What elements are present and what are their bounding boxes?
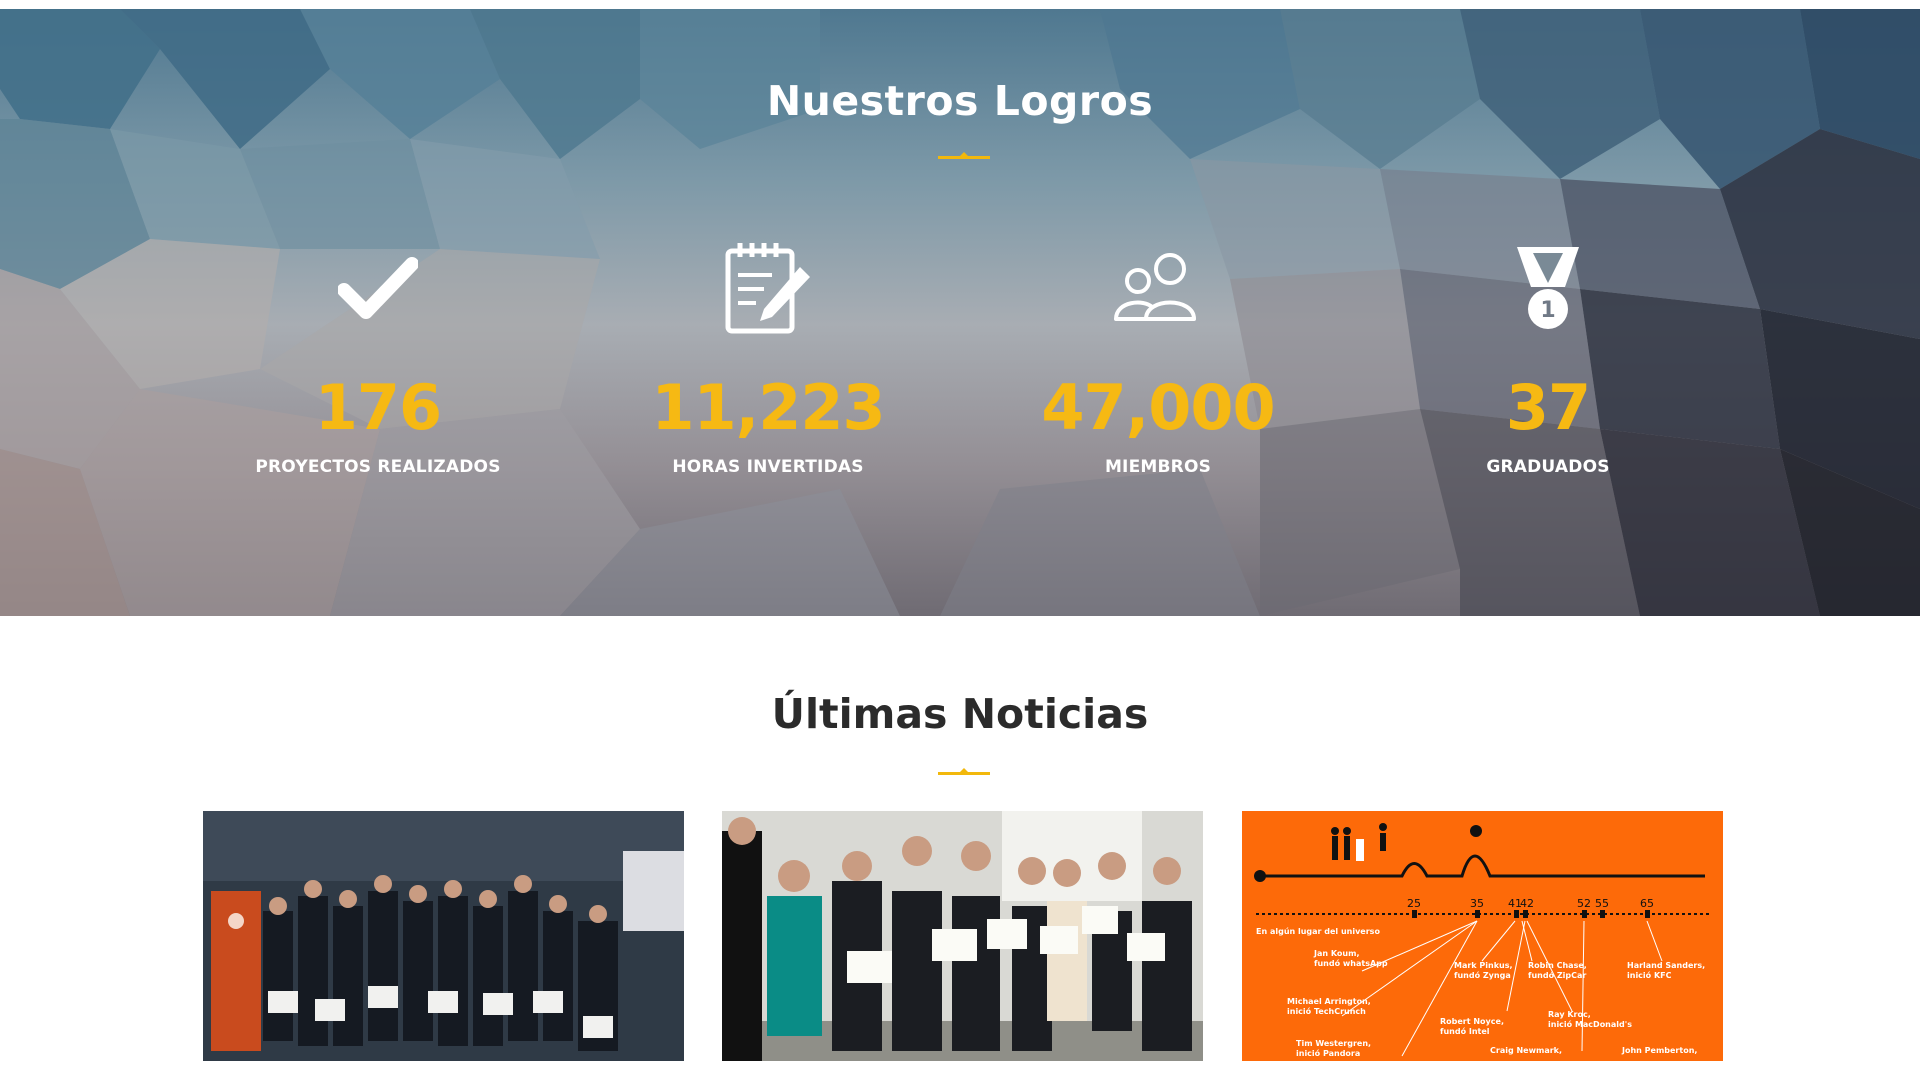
svg-text:inició TechCrunch: inició TechCrunch (1287, 1006, 1366, 1016)
medal-icon: 1 (1517, 247, 1579, 329)
stat-label: PROYECTOS REALIZADOS (255, 457, 501, 477)
svg-text:fundó Intel: fundó Intel (1440, 1026, 1490, 1036)
stat-value: 37 (1505, 371, 1591, 444)
svg-text:Jan Koum,: Jan Koum, (1313, 949, 1359, 958)
svg-text:Harland Sanders,: Harland Sanders, (1627, 961, 1705, 970)
stat-label: HORAS INVERTIDAS (672, 457, 864, 477)
achievements-section: Nuestros Logros 176 PROYECTOS REALIZADOS (0, 9, 1920, 616)
news-image-graduates (203, 811, 684, 1061)
svg-text:Ray Kroc,: Ray Kroc, (1548, 1010, 1591, 1019)
stat-members: 47,000 MIEMBROS (1008, 239, 1308, 477)
news-title: Últimas Noticias (771, 690, 1149, 738)
stat-value: 176 (314, 371, 442, 444)
news-card-2[interactable] (722, 811, 1203, 1061)
svg-text:55: 55 (1595, 897, 1609, 910)
svg-text:inició KFC: inició KFC (1627, 970, 1672, 980)
svg-text:Robin Chase,: Robin Chase, (1528, 961, 1587, 970)
stat-hours: 11,223 HORAS INVERTIDAS (618, 239, 918, 477)
stat-graduates: 1 37 GRADUADOS (1398, 239, 1698, 477)
stat-label: MIEMBROS (1104, 457, 1212, 477)
svg-text:65: 65 (1640, 897, 1654, 910)
news-image-ceremony (722, 811, 1203, 1061)
svg-text:1: 1 (1540, 298, 1555, 323)
svg-text:John Pemberton,: John Pemberton, (1621, 1046, 1697, 1055)
svg-text:Robert Noyce,: Robert Noyce, (1440, 1017, 1504, 1026)
svg-text:fundó ZipCar: fundó ZipCar (1528, 970, 1586, 980)
svg-text:Craig Newmark,: Craig Newmark, (1490, 1046, 1562, 1055)
svg-text:inició MacDonald's: inició MacDonald's (1548, 1019, 1632, 1029)
svg-text:42: 42 (1520, 897, 1534, 910)
achievements-title: Nuestros Logros (766, 77, 1154, 125)
users-icon (1114, 253, 1196, 321)
checkmark-icon (338, 257, 418, 319)
title-underline (938, 152, 990, 159)
svg-text:inició Pandora: inició Pandora (1296, 1048, 1360, 1058)
news-card-3[interactable]: 25 35 41 42 52 55 65 En algún lugar del … (1242, 811, 1723, 1061)
svg-text:52: 52 (1577, 897, 1591, 910)
stat-value: 47,000 (1041, 371, 1275, 444)
svg-text:25: 25 (1407, 897, 1421, 910)
notepad-pencil-icon (725, 243, 810, 334)
stat-value: 11,223 (651, 371, 885, 444)
svg-text:Mark Pinkus,: Mark Pinkus, (1454, 961, 1513, 970)
svg-text:En algún lugar del universo: En algún lugar del universo (1256, 927, 1380, 936)
news-card-1[interactable] (203, 811, 684, 1061)
stat-label: GRADUADOS (1486, 457, 1610, 477)
top-bar (0, 0, 1920, 9)
news-image-timeline: 25 35 41 42 52 55 65 En algún lugar del … (1242, 811, 1723, 1061)
svg-text:35: 35 (1470, 897, 1484, 910)
svg-text:Tim Westergren,: Tim Westergren, (1296, 1039, 1371, 1048)
svg-text:fundó Zynga: fundó Zynga (1454, 970, 1511, 980)
stat-projects: 176 PROYECTOS REALIZADOS (228, 239, 528, 477)
svg-text:Michael Arrington,: Michael Arrington, (1287, 997, 1371, 1006)
svg-text:fundó whatsApp: fundó whatsApp (1314, 958, 1388, 968)
news-title-underline (938, 768, 990, 775)
